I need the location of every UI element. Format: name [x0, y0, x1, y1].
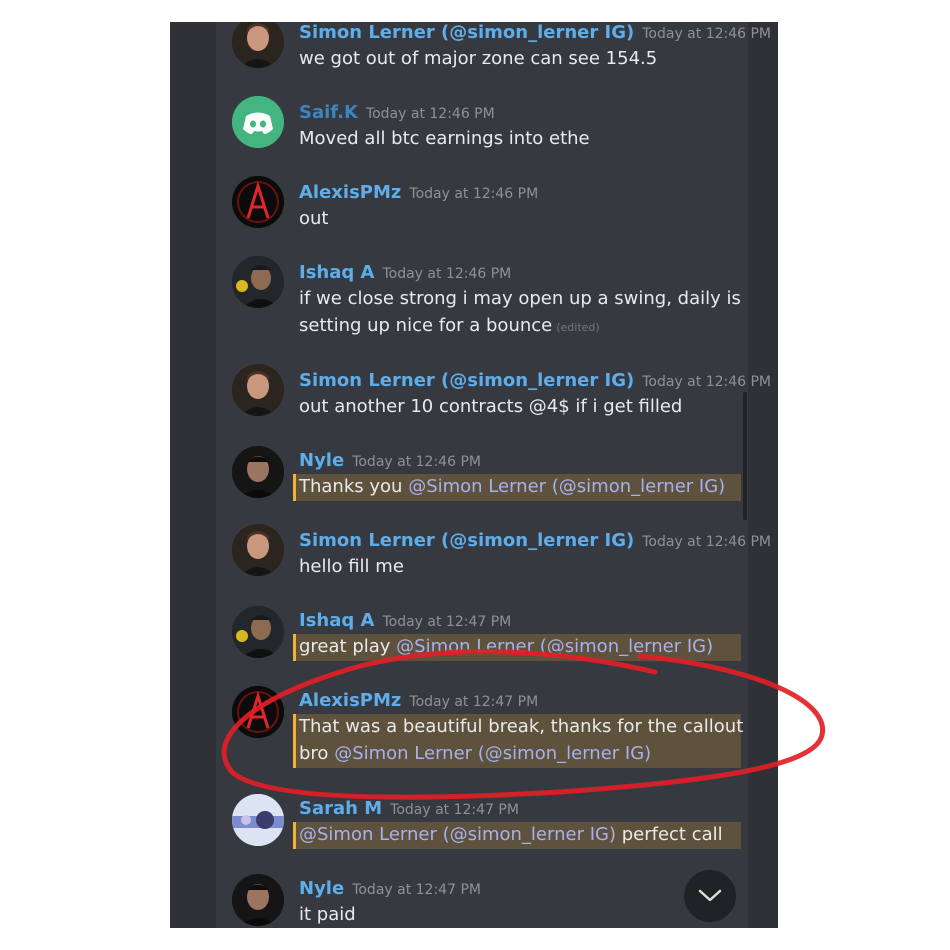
avatar[interactable] [232, 794, 284, 846]
avatar[interactable] [232, 446, 284, 498]
left-panel-edge [170, 22, 216, 928]
username[interactable]: Saif.K [299, 102, 358, 123]
timestamp: Today at 12:47 PM [409, 694, 539, 710]
message-text: hello fill me [299, 556, 404, 577]
message-text: great play [299, 636, 391, 657]
message-text: Thanks you [299, 476, 403, 497]
message-text: bro [299, 743, 329, 764]
username[interactable]: Simon Lerner (@simon_lerner IG) [299, 370, 634, 391]
message-text: That was a beautiful break, thanks for t… [299, 716, 744, 737]
avatar-image [232, 176, 284, 228]
timestamp: Today at 12:46 PM [642, 374, 772, 390]
username[interactable]: Ishaq A [299, 610, 374, 631]
timestamp: Today at 12:47 PM [390, 802, 519, 818]
timestamp: Today at 12:46 PM [642, 534, 772, 550]
avatar-image [232, 256, 284, 308]
discord-logo-icon [232, 96, 284, 148]
user-mention[interactable]: @Simon Lerner (@simon_lerner IG) [396, 636, 713, 657]
avatar[interactable] [232, 524, 284, 576]
message-text-line: @Simon Lerner (@simon_lerner IG) perfect… [299, 824, 723, 845]
edited-label: (edited) [556, 321, 600, 334]
scrollbar[interactable] [743, 392, 747, 520]
message-text: out another 10 contracts @4$ if i get fi… [299, 396, 683, 417]
username[interactable]: Nyle [299, 878, 344, 899]
message-text: perfect call [621, 824, 723, 845]
message-text-line: Thanks you @Simon Lerner (@simon_lerner … [299, 476, 725, 497]
username[interactable]: Simon Lerner (@simon_lerner IG) [299, 530, 634, 551]
avatar[interactable] [232, 606, 284, 658]
avatar-image [232, 22, 284, 68]
chevron-down-icon [698, 889, 722, 902]
message-text: setting up nice for a bounce [299, 315, 553, 336]
username[interactable]: Ishaq A [299, 262, 374, 283]
timestamp: Today at 12:46 PM [409, 186, 539, 202]
avatar[interactable] [232, 176, 284, 228]
jump-to-present-button[interactable] [684, 870, 736, 922]
message-text: out [299, 208, 329, 229]
message-text-line-2: setting up nice for a bounce (edited) [299, 315, 600, 336]
username[interactable]: Simon Lerner (@simon_lerner IG) [299, 22, 634, 43]
timestamp: Today at 12:46 PM [642, 26, 772, 42]
avatar[interactable] [232, 256, 284, 308]
right-panel-edge [748, 22, 778, 928]
avatar-image [232, 686, 284, 738]
avatar[interactable] [232, 686, 284, 738]
avatar-image [232, 606, 284, 658]
avatar-image [232, 794, 284, 846]
user-mention[interactable]: @Simon Lerner (@simon_lerner IG) [334, 743, 651, 764]
message-text: if we close strong i may open up a swing… [299, 288, 741, 309]
message-text: Moved all btc earnings into ethe [299, 128, 590, 149]
timestamp: Today at 12:47 PM [352, 882, 481, 898]
timestamp: Today at 12:46 PM [352, 454, 481, 470]
avatar[interactable] [232, 874, 284, 926]
message-text-line-2: bro @Simon Lerner (@simon_lerner IG) [299, 743, 651, 764]
avatar-image [232, 364, 284, 416]
username[interactable]: Nyle [299, 450, 344, 471]
timestamp: Today at 12:47 PM [382, 614, 512, 630]
message-text: we got out of major zone can see 154.5 [299, 48, 658, 69]
user-mention[interactable]: @Simon Lerner (@simon_lerner IG) [299, 824, 616, 845]
avatar[interactable] [232, 364, 284, 416]
message-text: it paid [299, 904, 356, 925]
username[interactable]: AlexisPMz [299, 690, 401, 711]
avatar-image [232, 874, 284, 926]
user-mention[interactable]: @Simon Lerner (@simon_lerner IG) [408, 476, 725, 497]
timestamp: Today at 12:46 PM [382, 266, 512, 282]
message-text-line: great play @Simon Lerner (@simon_lerner … [299, 636, 713, 657]
username[interactable]: AlexisPMz [299, 182, 401, 203]
avatar[interactable] [232, 96, 284, 148]
avatar-image [232, 446, 284, 498]
avatar[interactable] [232, 22, 284, 68]
avatar-image [232, 524, 284, 576]
username[interactable]: Sarah M [299, 798, 382, 819]
timestamp: Today at 12:46 PM [365, 106, 495, 122]
chat-screen: Simon Lerner (@simon_lerner IG) Today at … [170, 22, 778, 928]
